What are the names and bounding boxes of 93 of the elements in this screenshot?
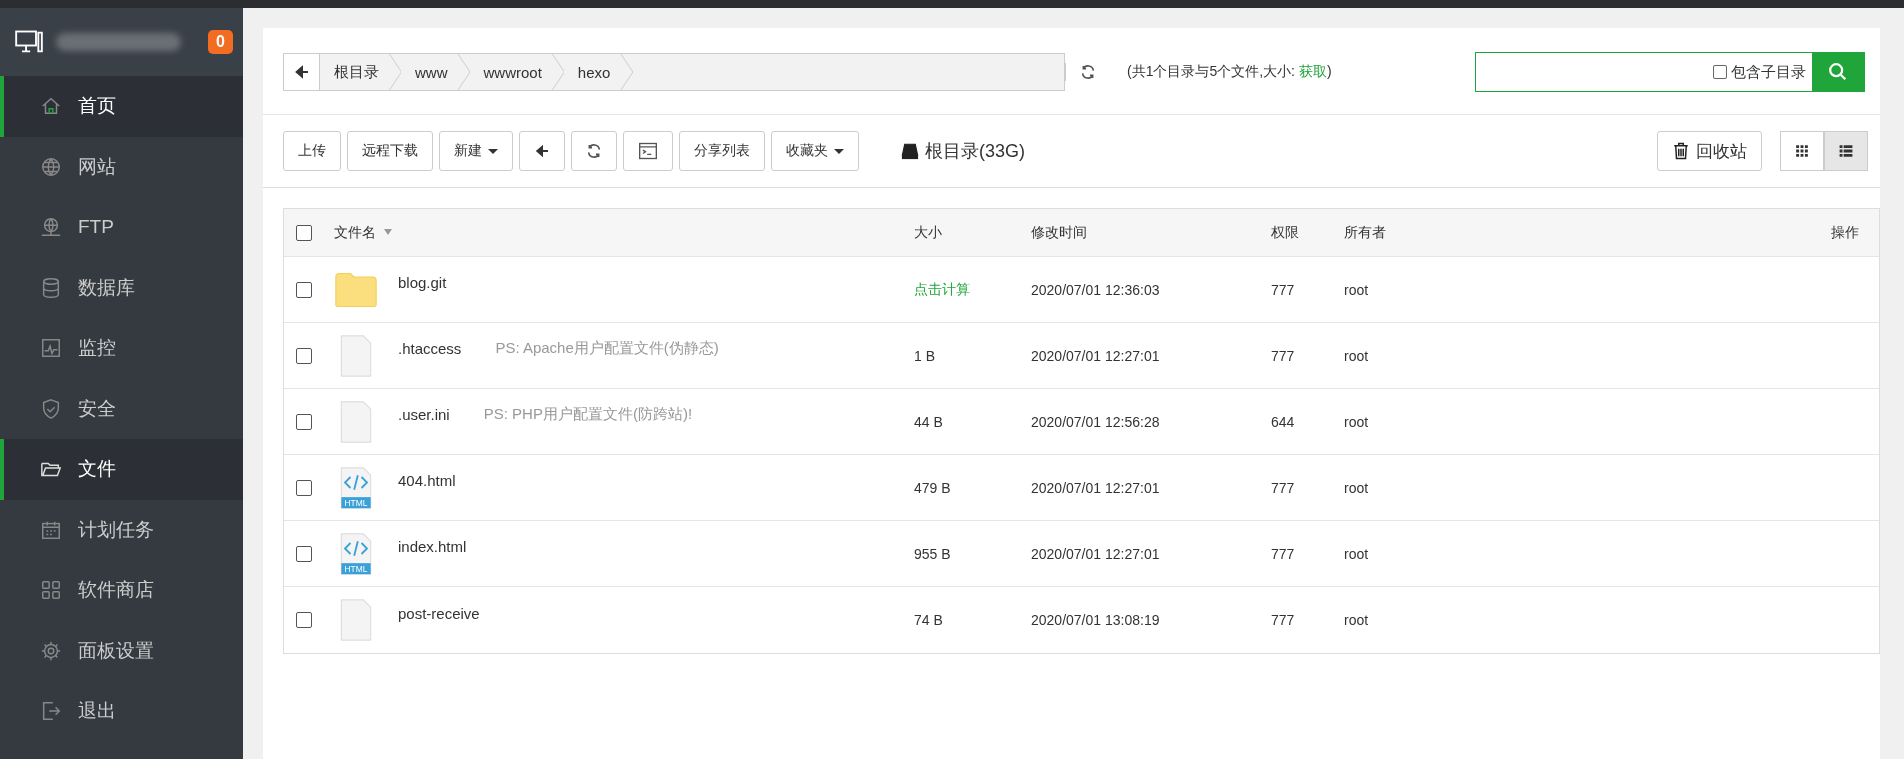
disk-icon <box>901 142 919 160</box>
column-header: 权限 <box>1270 223 1300 242</box>
exit-icon <box>40 700 62 723</box>
back-button[interactable] <box>284 54 320 90</box>
file-note: PS: PHP用户配置文件(防跨站)! <box>483 405 693 424</box>
modified-time: 2020/07/01 12:27:01 <box>1030 545 1161 562</box>
row-checkbox[interactable] <box>296 413 312 430</box>
sidebar-item[interactable]: 安全 <box>0 378 243 439</box>
caret-icon <box>834 148 844 154</box>
column-header: 大小 <box>913 223 943 242</box>
refresh-icon <box>586 143 602 159</box>
file-name[interactable]: blog.git <box>398 274 447 291</box>
sidebar-item[interactable]: 计划任务 <box>0 499 243 560</box>
owner: root <box>1343 413 1370 430</box>
file-size: 1 B <box>913 347 936 364</box>
left-arrow-icon <box>534 143 550 159</box>
row-checkbox[interactable] <box>296 545 312 562</box>
owner: root <box>1343 347 1370 364</box>
trash-icon <box>1672 141 1690 161</box>
file-size: 74 B <box>913 612 944 628</box>
sidebar-item[interactable]: 监控 <box>0 318 243 379</box>
sidebar-item[interactable]: 退出 <box>0 681 243 742</box>
row-checkbox[interactable] <box>296 612 312 628</box>
select-all-checkbox[interactable] <box>296 224 312 241</box>
owner: root <box>1343 612 1370 628</box>
file-size: 479 B <box>913 479 952 496</box>
column-header: 所有者 <box>1343 223 1387 242</box>
permission: 777 <box>1270 281 1296 298</box>
toolbar-button[interactable]: 分享列表 <box>679 131 765 171</box>
sidebar-item[interactable]: 数据库 <box>0 257 243 318</box>
modified-time: 2020/07/01 12:27:01 <box>1030 479 1161 496</box>
toolbar-button[interactable]: 远程下载 <box>347 131 433 171</box>
search-icon <box>1827 61 1849 83</box>
permission: 644 <box>1270 413 1296 430</box>
owner: root <box>1343 479 1370 496</box>
column-header[interactable]: 文件名 <box>334 223 376 242</box>
modified-time: 2020/07/01 12:27:01 <box>1030 347 1161 364</box>
row-checkbox[interactable] <box>296 479 312 496</box>
sidebar-item[interactable]: 网站 <box>0 136 243 197</box>
column-header: 修改时间 <box>1030 223 1088 242</box>
list-icon <box>1838 144 1854 158</box>
row-checkbox[interactable] <box>296 281 312 298</box>
owner: root <box>1343 281 1370 298</box>
sidebar-item[interactable]: FTP <box>0 197 243 258</box>
include-subdirectories-checkbox[interactable]: 包含子目录 <box>1713 53 1812 91</box>
file-name[interactable]: .user.ini <box>398 406 450 423</box>
directory-summary: (共1个目录与5个文件,大小: 获取) <box>1127 63 1332 81</box>
file-name[interactable]: post-receive <box>398 604 480 622</box>
modified-time: 2020/07/01 13:08:19 <box>1030 612 1161 628</box>
permission: 777 <box>1270 347 1296 364</box>
grid-icon <box>1795 144 1809 158</box>
network-globe-icon <box>40 216 62 239</box>
caret-icon <box>488 148 498 154</box>
grid-icon <box>40 579 62 602</box>
file-size: 44 B <box>913 413 944 430</box>
refresh-button[interactable] <box>571 131 617 171</box>
sort-caret-icon <box>382 228 394 237</box>
file-name[interactable]: .htaccess <box>398 340 462 357</box>
modified-time: 2020/07/01 12:56:28 <box>1030 413 1161 430</box>
column-header: 操作 <box>1831 223 1860 242</box>
terminal-icon <box>638 141 658 161</box>
back-button[interactable] <box>519 131 565 171</box>
database-icon <box>40 276 62 299</box>
search-field[interactable]: 包含子目录 <box>1475 52 1865 92</box>
sidebar-item[interactable]: 首页 <box>0 76 243 137</box>
sidebar-item[interactable]: 面板设置 <box>0 620 243 681</box>
modified-time: 2020/07/01 12:36:03 <box>1030 281 1161 298</box>
disk-label: 根目录(33G) <box>925 140 1025 163</box>
terminal-button[interactable] <box>623 131 673 171</box>
search-button[interactable] <box>1812 53 1864 91</box>
file-name[interactable]: 404.html <box>398 472 456 489</box>
file-name[interactable]: index.html <box>398 538 467 555</box>
shield-icon <box>40 397 62 420</box>
file-note: PS: Apache用户配置文件(伪静态) <box>495 339 719 358</box>
permission: 777 <box>1270 479 1296 496</box>
permission: 777 <box>1270 545 1296 562</box>
file-size: 955 B <box>913 545 952 562</box>
grid-view-button[interactable] <box>1780 131 1824 171</box>
settings-icon <box>40 639 62 662</box>
sidebar-item[interactable]: 文件 <box>0 439 243 500</box>
refresh-icon <box>1079 64 1096 80</box>
toolbar-button[interactable]: 上传 <box>283 131 341 171</box>
owner: root <box>1343 545 1370 562</box>
globe-icon <box>40 155 62 178</box>
dropdown-button[interactable]: 收藏夹 <box>771 131 859 171</box>
permission: 777 <box>1270 612 1296 628</box>
left-arrow-icon <box>293 64 310 80</box>
dropdown-button[interactable]: 新建 <box>439 131 513 171</box>
chart-icon <box>40 337 62 360</box>
sidebar-item[interactable]: 软件商店 <box>0 560 243 621</box>
recycle-bin-button[interactable]: 回收站 <box>1657 131 1762 171</box>
list-view-button[interactable] <box>1824 131 1868 171</box>
row-checkbox[interactable] <box>296 347 312 364</box>
